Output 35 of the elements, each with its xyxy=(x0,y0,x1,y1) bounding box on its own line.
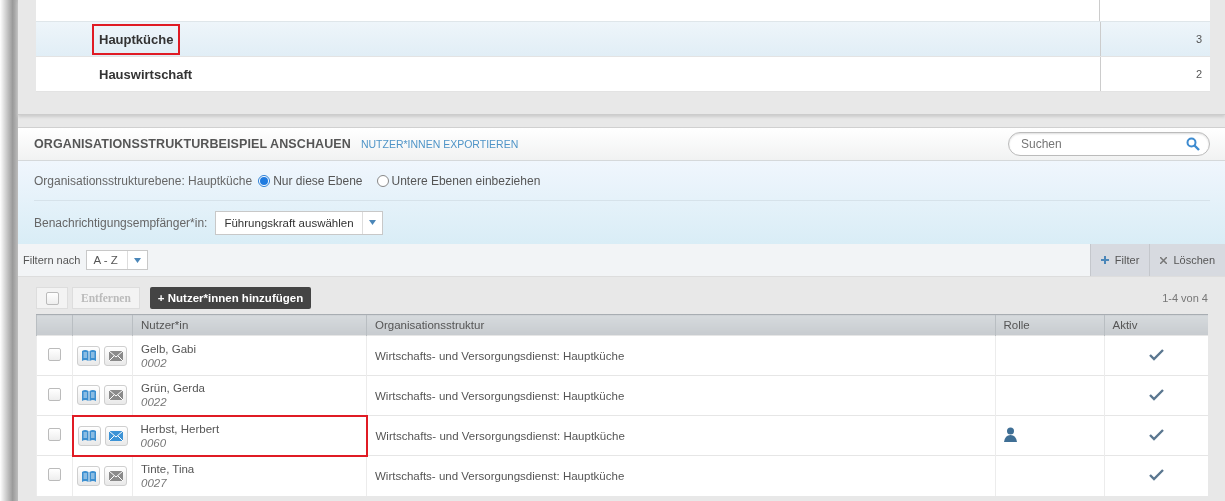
unit-name: Hauptküche xyxy=(92,23,181,55)
add-users-button[interactable]: + Nutzer*innen hinzufügen xyxy=(149,287,312,309)
table-cell: Wirtschafts- und Versorgungsdienst: Hauptküche xyxy=(366,335,995,376)
pagination-count: 1-4 von 4 xyxy=(1162,292,1208,304)
user-name: Tinte, Tina xyxy=(141,463,196,475)
radio-label: Untere Ebenen einbeziehen xyxy=(391,173,541,188)
user-id: 0002 xyxy=(141,356,168,369)
user-name: Grün, Gerda xyxy=(141,382,206,395)
sort-dropdown[interactable]: A - Z xyxy=(86,250,149,270)
count-cell: 3 xyxy=(1100,22,1210,56)
table-cell: Wirtschafts- und Versorgungsdienst: Hauptküche xyxy=(366,455,995,496)
recipient-dropdown[interactable]: Führungskraft auswählen xyxy=(215,210,383,235)
column-header: Organisationsstruktur xyxy=(366,314,995,336)
user-id: 0027 xyxy=(141,477,168,489)
recipient-label: Benachrichtigungsempfänger*in: xyxy=(34,215,208,230)
level-label: Organisationsstrukturebene: Hauptküche xyxy=(34,173,253,188)
count-cell: 2 xyxy=(1100,57,1210,91)
user-id: 0060 xyxy=(140,436,168,449)
column-header: Nutzer*in xyxy=(132,314,367,336)
radio-label: Nur diese Ebene xyxy=(273,173,363,188)
tree-row[interactable]: Hauptküche 3 xyxy=(36,22,1210,57)
search-field[interactable]: Suchen xyxy=(1008,132,1210,156)
filter-button[interactable]: Filter xyxy=(1089,244,1150,276)
unit-name: Hauswirtschaft xyxy=(98,65,194,84)
filter-label: Filtern nach xyxy=(22,254,82,266)
panel-title: ORGANISATIONSSTRUKTURBEISPIEL ANSCHAUEN xyxy=(34,137,351,151)
table-cell: Wirtschafts- und Versorgungsdienst: Hauptküche xyxy=(366,415,995,456)
user-name: Gelb, Gabi xyxy=(141,342,197,355)
table-cell: Wirtschafts- und Versorgungsdienst: Hauptküche xyxy=(366,375,995,416)
tree-row[interactable]: Hauswirtschaft 2 xyxy=(36,57,1210,92)
column-header: Rolle xyxy=(995,314,1104,336)
clear-button[interactable]: Löschen xyxy=(1149,244,1225,276)
column-header: Aktiv xyxy=(1104,314,1208,336)
user-id: 0022 xyxy=(141,396,168,409)
user-name: Herbst, Herbert xyxy=(140,422,221,435)
